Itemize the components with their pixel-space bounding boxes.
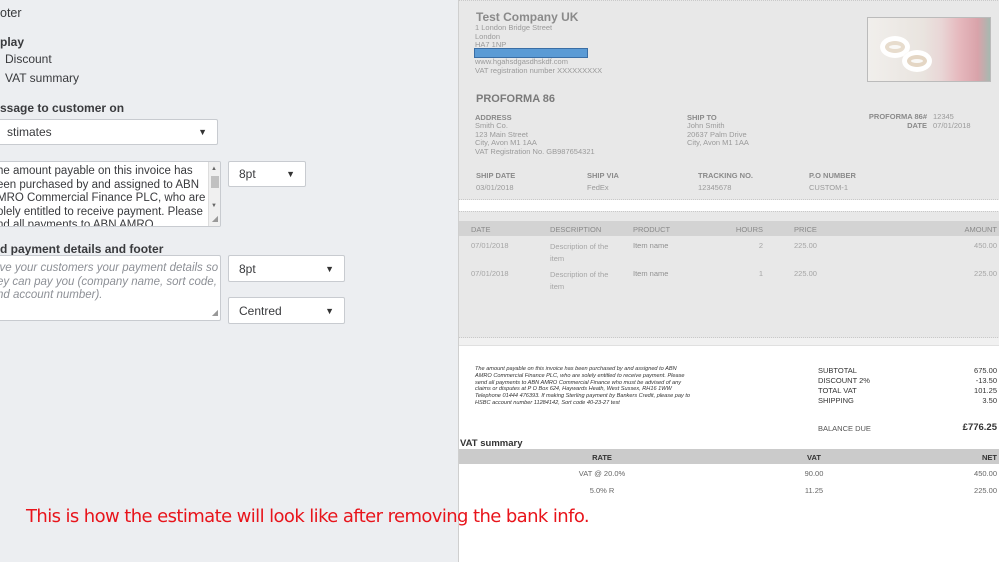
message-type-select[interactable]: stimates ▼ (0, 119, 218, 145)
discount-label: DISCOUNT 2% (818, 376, 870, 385)
col-product: PRODUCT (633, 225, 671, 234)
vat-summary-header (459, 449, 999, 464)
col-amount: AMOUNT (964, 225, 998, 234)
resize-handle-icon[interactable]: ◢ (212, 212, 218, 226)
document-title: PROFORMA 86 (476, 93, 556, 105)
col-hours: HOURS (735, 225, 763, 234)
footer-font-size-select[interactable]: 8pt ▼ (228, 255, 345, 282)
section-title: oter (0, 6, 22, 20)
placeholder-line: ey can pay you (company name, sort code, (0, 275, 217, 288)
company-logo-image (867, 17, 991, 82)
placeholder-line: ive your customers your payment details … (0, 262, 219, 274)
message-line: he amount payable on this invoice has (0, 165, 193, 177)
row-amount: 225.00 (974, 269, 997, 278)
row-date: 07/01/2018 (471, 269, 509, 278)
company-vat: VAT registration number XXXXXXXXX (475, 66, 603, 75)
footer-message: The amount payable on this invoice has b… (475, 366, 690, 406)
address-line: VAT Registration No. GB987654321 (475, 147, 595, 157)
company-name: Test Company UK (476, 10, 579, 24)
tracking-value: 12345678 (698, 183, 732, 192)
row-price: 225.00 (794, 269, 817, 278)
message-line: olely entitled to receive payment. Pleas… (0, 205, 203, 218)
vat-net: 450.00 (974, 469, 997, 478)
row-date: 07/01/2018 (471, 241, 509, 250)
balance-due-label: BALANCE DUE (818, 424, 871, 433)
resize-handle-icon[interactable]: ◢ (212, 306, 218, 320)
row-product: Item name (633, 269, 669, 278)
footer-alignment-select[interactable]: Centred ▼ (228, 297, 345, 324)
row-description: Description of the (550, 270, 609, 279)
estimate-preview: Test Company UK 1 London Bridge Street L… (458, 0, 999, 562)
vat-rate: 5.0% R (589, 486, 615, 495)
items-section: DATE DESCRIPTION PRODUCT HOURS PRICE AMO… (459, 211, 999, 338)
vat-col-vat: VAT (807, 453, 821, 462)
ship-to-line: City, Avon M1 1AA (687, 138, 749, 148)
chevron-down-icon: ▼ (286, 169, 295, 179)
balance-due-value: £776.25 (962, 422, 997, 433)
message-heading: ssage to customer on (0, 101, 125, 115)
ship-via-value: FedEx (587, 183, 609, 192)
message-type-value: stimates (7, 125, 52, 139)
message-line: een purchased by and assigned to ABN (0, 178, 200, 191)
meta-values: 12345 07/01/2018 (933, 112, 971, 130)
ship-date-label: SHIP DATE (476, 171, 516, 180)
chevron-down-icon: ▼ (325, 263, 334, 274)
vat-rate: VAT @ 20.0% (578, 469, 626, 478)
po-number-label: P.O NUMBER (809, 171, 856, 180)
row-hours: 2 (758, 241, 763, 250)
message-textarea[interactable]: he amount payable on this invoice has ee… (0, 161, 221, 227)
alignment-value: Centred (239, 303, 282, 318)
ship-via-label: SHIP VIA (587, 171, 619, 180)
date-value: 07/01/2018 (933, 120, 971, 130)
row-description: item (550, 254, 565, 263)
ship-date-value: 03/01/2018 (476, 183, 514, 192)
footer-heading: d payment details and footer (0, 242, 164, 256)
row-description: item (550, 282, 565, 291)
discount-checkbox-label[interactable]: Discount (5, 52, 52, 66)
subtotal-value: 675.00 (974, 366, 997, 375)
vat-col-net: NET (982, 453, 997, 462)
meta-labels: PROFORMA 86# DATE (839, 112, 927, 130)
message-line: MRO Commercial Finance PLC, who are (0, 192, 206, 204)
font-size-value: 8pt (239, 167, 256, 181)
vat-col-rate: RATE (592, 453, 612, 462)
po-number-value: CUSTOM-1 (809, 183, 849, 192)
col-description: DESCRIPTION (550, 225, 602, 234)
total-vat-label: TOTAL VAT (818, 386, 857, 395)
header-section: Test Company UK 1 London Bridge Street L… (459, 0, 999, 200)
row-hours: 1 (758, 269, 763, 278)
vat-net: 225.00 (974, 486, 997, 495)
font-size-value: 8pt (239, 261, 256, 276)
tracking-label: TRACKING NO. (698, 171, 753, 180)
message-font-size-select[interactable]: 8pt ▼ (228, 161, 306, 187)
date-label: DATE (907, 120, 927, 130)
message-line: nd all payments to ABN AMRO (0, 219, 154, 227)
vat-summary-title: VAT summary (460, 438, 523, 449)
col-price: PRICE (794, 225, 817, 234)
row-amount: 450.00 (974, 241, 997, 250)
row-price: 225.00 (794, 241, 817, 250)
vat-summary-checkbox-label[interactable]: VAT summary (5, 71, 79, 85)
shipping-value: 3.50 (982, 396, 997, 405)
row-product: Item name (633, 241, 669, 250)
col-date: DATE (471, 225, 491, 234)
placeholder-line: nd account number). (0, 289, 103, 301)
chevron-down-icon: ▼ (325, 305, 334, 316)
shipping-label: SHIPPING (818, 396, 854, 405)
display-heading: play (0, 35, 25, 49)
footer-textarea[interactable]: ive your customers your payment details … (0, 255, 221, 321)
vat-amount: 11.25 (804, 486, 824, 495)
row-description: Description of the (550, 242, 609, 251)
subtotal-label: SUBTOTAL (818, 366, 857, 375)
chevron-down-icon: ▼ (198, 127, 207, 137)
total-vat-value: 101.25 (974, 386, 997, 395)
vat-amount: 90.00 (804, 469, 824, 478)
discount-value: -13.50 (975, 376, 997, 385)
annotation-text: This is how the estimate will look like … (26, 506, 590, 527)
